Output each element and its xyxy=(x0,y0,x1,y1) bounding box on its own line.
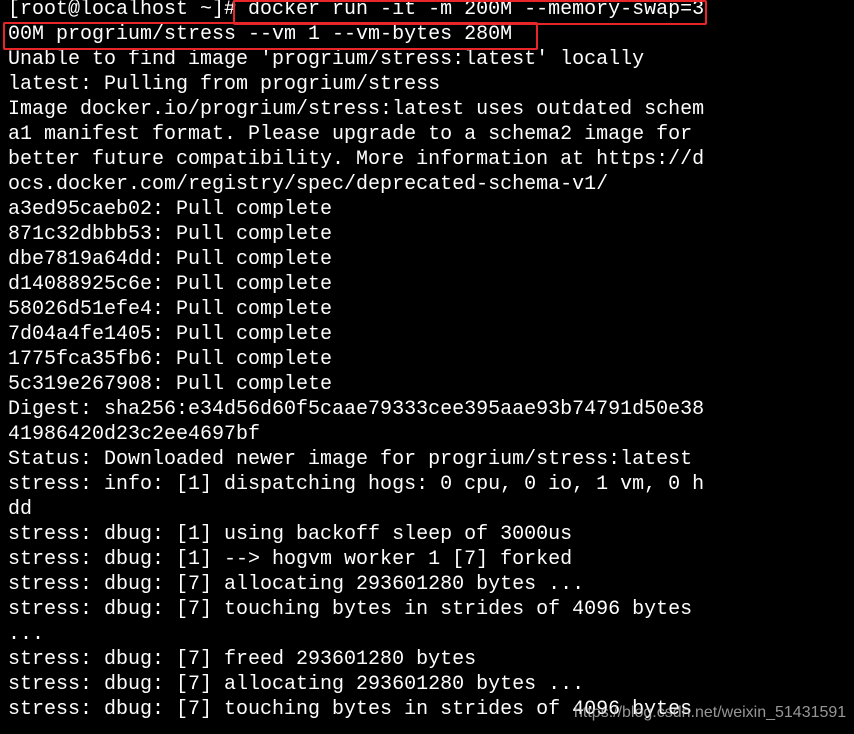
terminal-line: Image docker.io/progrium/stress:latest u… xyxy=(8,98,705,121)
terminal-line: stress: dbug: [1] --> hogvm worker 1 [7]… xyxy=(8,548,573,571)
terminal-line: latest: Pulling from progrium/stress xyxy=(8,73,441,96)
terminal-line: 1775fca35fb6: Pull complete xyxy=(8,348,333,371)
highlight-box-command-line-2 xyxy=(3,22,538,50)
terminal-line: ... xyxy=(8,623,45,646)
terminal-line: 41986420d23c2ee4697bf xyxy=(8,423,261,446)
terminal-line: stress: dbug: [7] touching bytes in stri… xyxy=(8,598,693,621)
terminal-line: stress: dbug: [1] using backoff sleep of… xyxy=(8,523,573,546)
terminal-output: [root@localhost ~]# docker run -it -m 20… xyxy=(8,0,704,722)
terminal-line: better future compatibility. More inform… xyxy=(8,148,705,171)
terminal-line: stress: dbug: [7] freed 293601280 bytes xyxy=(8,648,477,671)
terminal-line: 7d04a4fe1405: Pull complete xyxy=(8,323,333,346)
terminal-line: stress: info: [1] dispatching hogs: 0 cp… xyxy=(8,473,705,496)
terminal-line: stress: dbug: [7] allocating 293601280 b… xyxy=(8,673,585,696)
terminal-line: dbe7819a64dd: Pull complete xyxy=(8,248,333,271)
terminal-line: 5c319e267908: Pull complete xyxy=(8,373,333,396)
terminal-line: dd xyxy=(8,498,33,521)
terminal-line: Status: Downloaded newer image for progr… xyxy=(8,448,693,471)
terminal-line: Digest: sha256:e34d56d60f5caae79333cee39… xyxy=(8,398,705,421)
terminal-line: a3ed95caeb02: Pull complete xyxy=(8,198,333,221)
watermark: https://blog.csdn.net/weixin_51431591 xyxy=(574,704,847,721)
terminal-line: Unable to find image 'progrium/stress:la… xyxy=(8,48,645,71)
terminal-line: a1 manifest format. Please upgrade to a … xyxy=(8,123,693,146)
terminal-line: stress: dbug: [7] allocating 293601280 b… xyxy=(8,573,585,596)
terminal-line: 871c32dbbb53: Pull complete xyxy=(8,223,333,246)
terminal-line: ocs.docker.com/registry/spec/deprecated-… xyxy=(8,173,609,196)
terminal-line: 58026d51efe4: Pull complete xyxy=(8,298,333,321)
terminal-line: d14088925c6e: Pull complete xyxy=(8,273,333,296)
